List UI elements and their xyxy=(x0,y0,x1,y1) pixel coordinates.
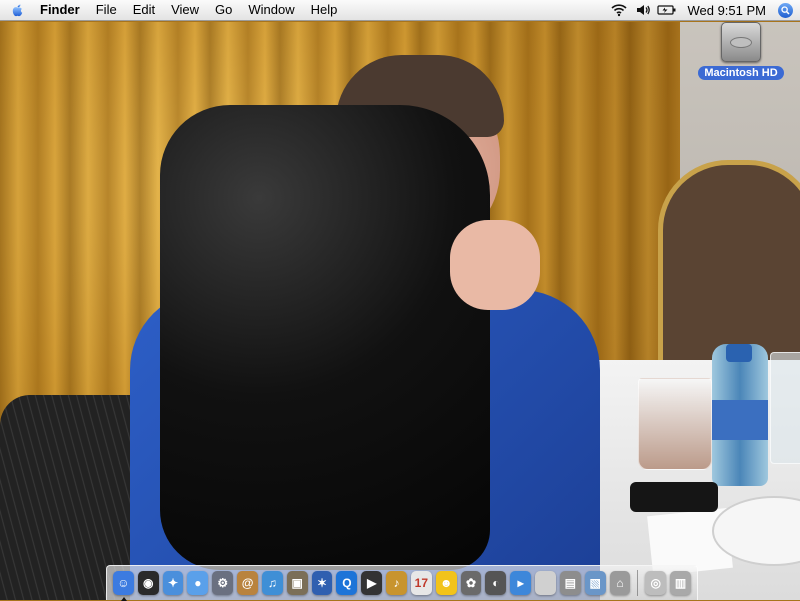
safari-icon[interactable]: ✦ xyxy=(162,571,184,595)
printer-icon[interactable]: ▤ xyxy=(559,571,581,595)
front-row-icon[interactable]: ▸ xyxy=(510,571,532,595)
smile-icon[interactable]: ☻ xyxy=(435,571,457,595)
spotlight-icon xyxy=(777,2,793,18)
ical-icon[interactable]: 17 xyxy=(410,571,432,595)
apple-icon[interactable] xyxy=(535,571,556,595)
iphoto-icon[interactable]: ▣ xyxy=(286,571,308,595)
menu-app-name[interactable]: Finder xyxy=(34,0,88,20)
trash-icon[interactable]: ▥ xyxy=(670,571,691,595)
address-book-icon[interactable]: @ xyxy=(237,571,258,595)
downloads-stack-icon[interactable]: ◎ xyxy=(645,571,667,595)
wallpaper-phone xyxy=(630,482,718,512)
ichat-icon[interactable]: ● xyxy=(187,571,209,595)
desktop-wallpaper xyxy=(0,0,800,600)
photo-booth-icon[interactable]: ✿ xyxy=(460,571,482,595)
dock-separator xyxy=(637,570,639,596)
time-machine-icon[interactable]: ◐ xyxy=(485,571,507,595)
wallpaper-man-hand xyxy=(450,220,540,310)
wallpaper-fur-coat xyxy=(160,105,490,570)
dock: ☺ ◉ ✦ ● ⚙ @ ♫ ▣ ✶ Q ▶ ♪ 17 ☻ ✿ ◐ ▸ ▤ ▧ ⌂ ◎ ▥ xyxy=(106,565,698,601)
utility-icon[interactable]: ⌂ xyxy=(609,571,631,595)
quicktime-icon[interactable]: Q xyxy=(336,571,358,595)
menu-clock[interactable]: Wed 9:51 PM xyxy=(679,3,774,18)
itunes-icon[interactable]: ♫ xyxy=(261,571,283,595)
menu-view[interactable]: View xyxy=(163,0,207,20)
menu-edit[interactable]: Edit xyxy=(125,0,163,20)
wallpaper-glass-right xyxy=(770,352,800,464)
wallpaper-bottle-cap xyxy=(726,344,752,362)
battery-icon[interactable] xyxy=(655,0,679,20)
dashboard-icon[interactable]: ◉ xyxy=(137,571,159,595)
menu-go[interactable]: Go xyxy=(207,0,240,20)
wallpaper-bottle-label xyxy=(712,400,768,440)
menu-help[interactable]: Help xyxy=(303,0,346,20)
wallpaper-glass xyxy=(638,378,712,470)
menu-window[interactable]: Window xyxy=(240,0,302,20)
hard-drive-icon xyxy=(721,22,761,62)
menu-bar: Finder File Edit View Go Window Help Wed… xyxy=(0,0,800,21)
apple-menu-icon[interactable] xyxy=(0,0,34,20)
volume-icon[interactable] xyxy=(631,0,655,20)
imovie-icon[interactable]: ✶ xyxy=(311,571,333,595)
wifi-icon[interactable] xyxy=(607,0,631,20)
desktop-icon-macintosh-hd[interactable]: Macintosh HD xyxy=(698,22,784,82)
apple-logo-icon xyxy=(12,4,22,16)
idvd-icon[interactable]: ▶ xyxy=(361,571,383,595)
menu-file[interactable]: File xyxy=(88,0,125,20)
finder-icon[interactable]: ☺ xyxy=(113,571,134,601)
preview-icon[interactable]: ▧ xyxy=(584,571,606,595)
system-preferences-icon[interactable]: ⚙ xyxy=(212,571,234,595)
menu-extras: Wed 9:51 PM xyxy=(607,0,800,20)
garageband-icon[interactable]: ♪ xyxy=(386,571,407,595)
desktop-icon-label: Macintosh HD xyxy=(698,66,784,80)
spotlight-button[interactable] xyxy=(774,0,796,20)
